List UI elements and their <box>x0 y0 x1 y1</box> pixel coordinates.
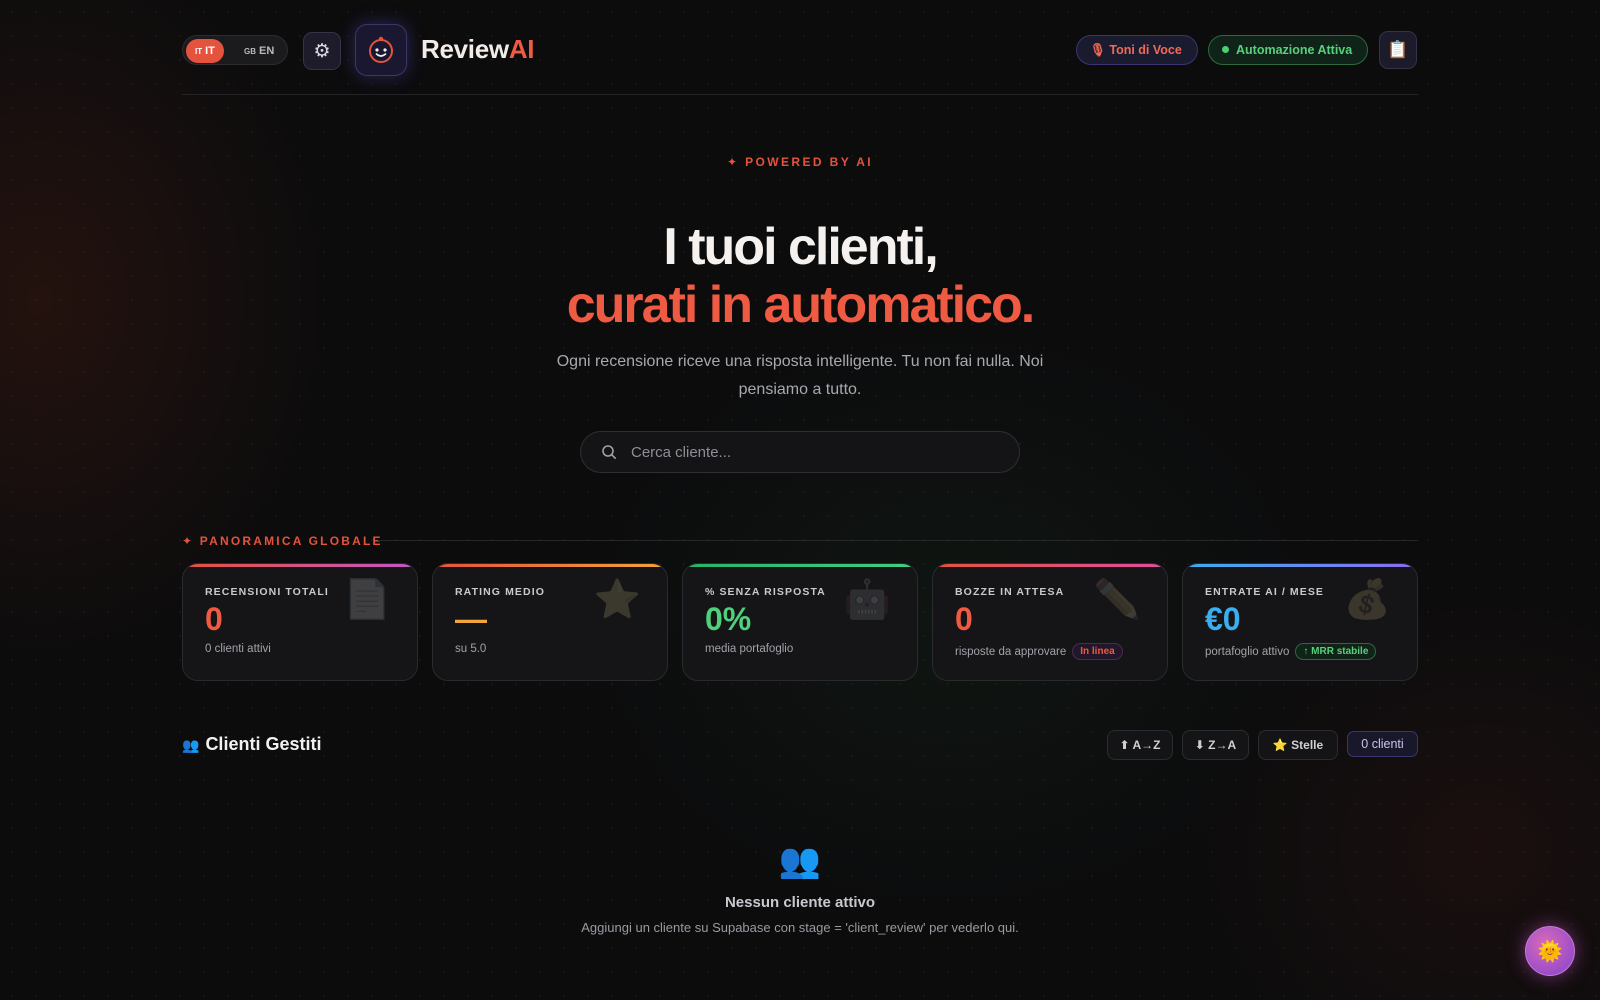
search-input[interactable] <box>631 432 1001 472</box>
lang-option-it[interactable]: IT IT <box>186 39 224 63</box>
top-header: IT IT GB EN ⚙ ReviewAI 🎙 Toni di Voce Auto… <box>182 22 1418 76</box>
stat-label: ENTRATE AI / MESE <box>1205 586 1325 598</box>
stat-value: 0 <box>205 601 223 637</box>
stat-note: media portafoglio <box>705 643 794 655</box>
gear-icon: ⚙ <box>313 40 331 62</box>
clipboard-button[interactable]: 📋 <box>1379 31 1417 69</box>
tone-of-voice-button[interactable]: 🎙 Toni di Voce <box>1076 35 1198 65</box>
sort-za-button[interactable]: ⬇ Z→A <box>1182 730 1249 760</box>
stat-note: 0 clienti attivi <box>205 643 271 655</box>
brand-name-part1: Review <box>421 34 509 64</box>
status-dot-icon <box>1222 46 1229 53</box>
stat-value: 0 <box>955 601 973 637</box>
clipboard-icon: 📋 <box>1387 40 1409 59</box>
search-icon <box>602 445 616 459</box>
lang-option-en[interactable]: GB EN <box>235 39 283 63</box>
sort-stars-button[interactable]: ⭐ Stelle <box>1258 730 1338 760</box>
money-bag-icon: 💰 <box>1343 579 1391 621</box>
logo-robot-icon <box>355 24 407 76</box>
brand-name-part2: AI <box>508 34 535 64</box>
stat-label: BOZZE IN ATTESA <box>955 586 1065 598</box>
stat-note-text: portafoglio attivo <box>1205 646 1290 658</box>
hero-subtitle: Ogni recensione riceve una risposta inte… <box>556 353 1044 398</box>
search-bar[interactable] <box>580 431 1020 473</box>
stat-value: 0% <box>705 601 752 637</box>
document-icon: 📄 <box>343 579 391 621</box>
stat-label: % SENZA RISPOSTA <box>705 586 826 598</box>
stat-label: RECENSIONI TOTALI <box>205 586 329 598</box>
pencil-icon: ✏️ <box>1093 579 1141 621</box>
header-divider <box>182 94 1418 95</box>
robot-icon: 🤖 <box>843 579 891 621</box>
overview-divider <box>378 540 1418 541</box>
clients-title-text: Clienti Gestiti <box>205 734 322 754</box>
hero-kicker: ✦ POWERED BY AI <box>726 155 874 169</box>
it-flag-code: IT <box>195 47 203 56</box>
stat-card-pending-drafts: BOZZE IN ATTESA 0 risposte da approvare I… <box>932 563 1168 681</box>
clients-count-badge: 0 clienti <box>1347 731 1418 757</box>
stat-note: su 5.0 <box>455 643 487 655</box>
status-badge: In linea <box>1072 643 1123 660</box>
stat-card-ai-revenue: ENTRATE AI / MESE €0 portafoglio attivo ↑… <box>1182 563 1418 681</box>
people-icon: 👥 <box>778 842 822 880</box>
empty-state-title: Nessun cliente attivo <box>724 894 876 911</box>
people-icon: 👥 <box>182 737 200 753</box>
stat-value: — <box>455 601 487 637</box>
star-icon: ⭐ <box>593 579 641 621</box>
status-badge: ↑ MRR stabile <box>1295 643 1377 660</box>
overview-title: ✦ PANORAMICA GLOBALE <box>182 534 383 548</box>
hero-title-line2: curati in automatico. <box>566 276 1036 334</box>
stat-card-total-reviews: RECENSIONI TOTALI 0 0 clienti attivi 📄 <box>182 563 418 681</box>
settings-button[interactable]: ⚙ <box>303 32 341 70</box>
brand-name: ReviewAI <box>421 34 535 65</box>
tone-of-voice-label: Toni di Voce <box>1109 43 1182 57</box>
lang-en-label: EN <box>259 45 275 57</box>
gb-flag-code: GB <box>244 47 256 56</box>
sort-stars-label: Stelle <box>1291 738 1324 752</box>
automation-status-label: Automazione Attiva <box>1236 43 1353 57</box>
empty-state-subtitle: Aggiungi un cliente su Supabase con stag… <box>581 920 1019 935</box>
sort-az-button[interactable]: ⬆ A→Z <box>1107 730 1173 760</box>
stat-note: portafoglio attivo ↑ MRR stabile <box>1205 643 1377 660</box>
clients-section-title: 👥 Clienti Gestiti <box>182 734 321 755</box>
star-icon: ⭐ <box>1272 738 1288 752</box>
microphone-icon: 🎙 <box>1090 43 1106 57</box>
stat-card-average-rating: RATING MEDIO — su 5.0 ⭐ <box>432 563 668 681</box>
stat-note: risposte da approvare In linea <box>955 643 1123 660</box>
assistant-fab-button[interactable]: 🌞 <box>1525 926 1575 976</box>
lang-it-label: IT <box>205 45 215 57</box>
stats-cards: RECENSIONI TOTALI 0 0 clienti attivi 📄 R… <box>182 563 1418 681</box>
stat-value: €0 <box>1205 601 1241 637</box>
stat-label: RATING MEDIO <box>455 586 546 598</box>
automation-status-pill[interactable]: Automazione Attiva <box>1208 35 1368 65</box>
language-toggle[interactable]: IT IT GB EN <box>182 35 288 65</box>
sun-icon: 🌞 <box>1537 940 1563 963</box>
stat-note-text: risposte da approvare <box>955 646 1067 658</box>
stat-card-unanswered: % SENZA RISPOSTA 0% media portafoglio 🤖 <box>682 563 918 681</box>
hero-title-line1: I tuoi clienti, <box>663 218 938 276</box>
